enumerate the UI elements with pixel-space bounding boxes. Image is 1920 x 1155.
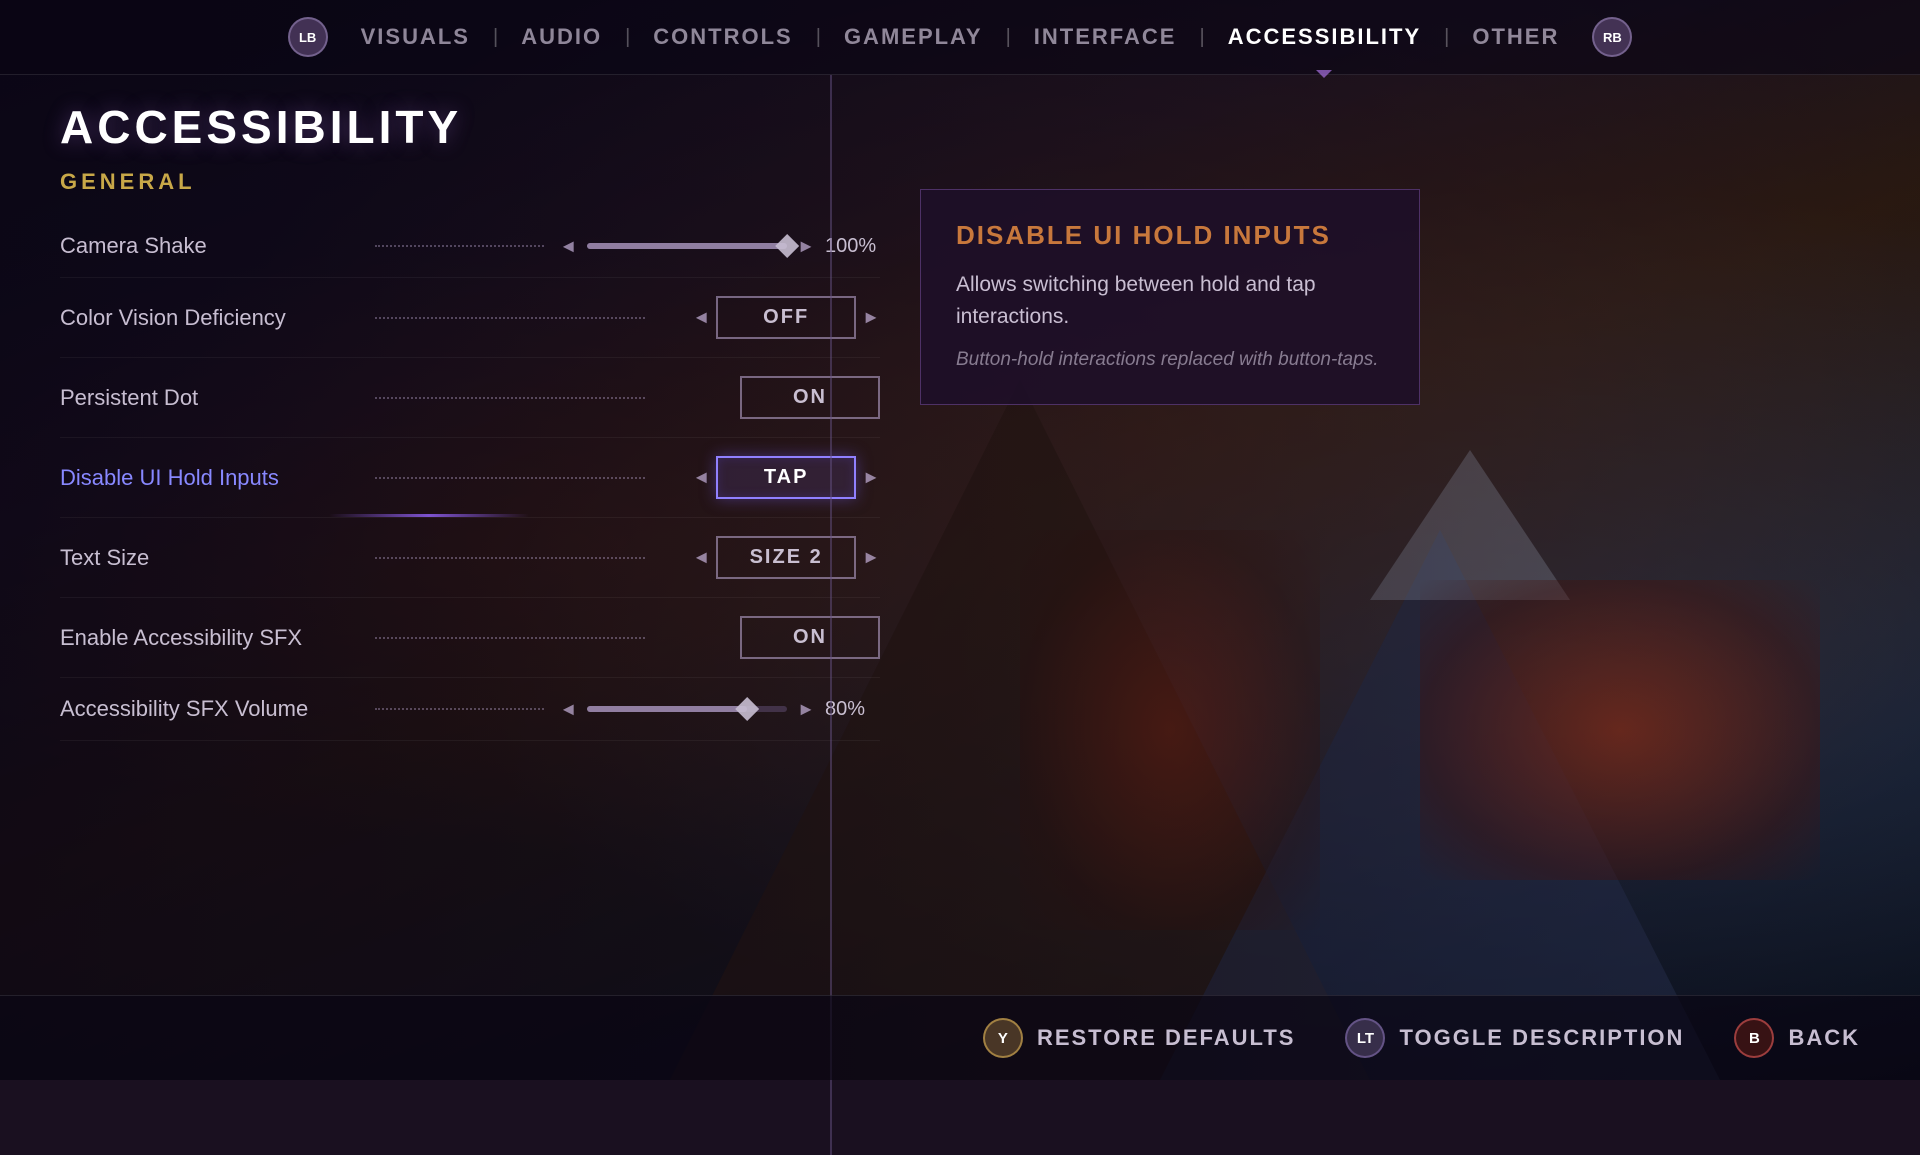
setting-row-camera-shake[interactable]: Camera Shake ◄ ► 100% bbox=[60, 215, 880, 278]
nav-item-controls[interactable]: CONTROLS bbox=[635, 24, 810, 50]
vertical-divider bbox=[830, 75, 832, 1155]
control-text-size: ◄ SIZE 2 ► bbox=[660, 536, 880, 579]
toggle-description-action[interactable]: LT TOGGLE DESCRIPTION bbox=[1345, 1018, 1684, 1058]
dots-camera-shake bbox=[375, 245, 544, 247]
nav-sep-2: | bbox=[625, 26, 630, 49]
restore-defaults-action[interactable]: Y RESTORE DEFAULTS bbox=[983, 1018, 1296, 1058]
dots-accessibility-volume bbox=[375, 708, 544, 710]
nav-item-visuals[interactable]: VISUALS bbox=[343, 24, 488, 50]
dots-disable-ui-hold bbox=[375, 477, 645, 479]
toggle-box-text-size[interactable]: SIZE 2 bbox=[716, 536, 856, 579]
main-content: GENERAL Camera Shake ◄ ► 100% bbox=[0, 169, 1920, 741]
setting-label-camera-shake: Camera Shake bbox=[60, 233, 360, 259]
slider-left-arrow-volume: ◄ bbox=[559, 699, 577, 720]
control-disable-ui-hold: ◄ TAP ► bbox=[660, 456, 880, 499]
description-panel: DISABLE UI HOLD INPUTS Allows switching … bbox=[920, 189, 1860, 741]
bottom-bar: Y RESTORE DEFAULTS LT TOGGLE DESCRIPTION… bbox=[0, 995, 1920, 1080]
ui-layer: LB VISUALS | AUDIO | CONTROLS | GAMEPLAY… bbox=[0, 0, 1920, 1080]
nav-sep-1: | bbox=[493, 26, 498, 49]
restore-defaults-label: RESTORE DEFAULTS bbox=[1037, 1025, 1296, 1051]
y-button: Y bbox=[983, 1018, 1023, 1058]
page-title-area: ACCESSIBILITY bbox=[0, 75, 1920, 169]
setting-label-persistent-dot: Persistent Dot bbox=[60, 385, 360, 411]
setting-label-color-vision: Color Vision Deficiency bbox=[60, 305, 360, 331]
toggle-box-persistent-dot[interactable]: ON bbox=[740, 376, 880, 419]
setting-label-accessibility-sfx: Enable Accessibility SFX bbox=[60, 625, 360, 651]
toggle-text-size: ◄ SIZE 2 ► bbox=[692, 536, 880, 579]
nav-sep-6: | bbox=[1444, 26, 1449, 49]
slider-fill-volume bbox=[587, 706, 747, 712]
slider-right-arrow-camera-shake: ► bbox=[797, 236, 815, 257]
section-label: GENERAL bbox=[60, 169, 880, 195]
page-title: ACCESSIBILITY bbox=[60, 100, 1860, 154]
lt-button: LT bbox=[1345, 1018, 1385, 1058]
settings-panel: GENERAL Camera Shake ◄ ► 100% bbox=[60, 169, 880, 741]
nav-item-accessibility[interactable]: ACCESSIBILITY bbox=[1210, 24, 1439, 50]
setting-row-text-size[interactable]: Text Size ◄ SIZE 2 ► bbox=[60, 518, 880, 598]
setting-row-color-vision[interactable]: Color Vision Deficiency ◄ OFF ► bbox=[60, 278, 880, 358]
slider-right-arrow-volume: ► bbox=[797, 699, 815, 720]
dots-text-size bbox=[375, 557, 645, 559]
slider-thumb-volume bbox=[735, 697, 759, 721]
nav-item-other[interactable]: OTHER bbox=[1454, 24, 1577, 50]
slider-track-camera-shake bbox=[587, 243, 787, 249]
dots-accessibility-sfx bbox=[375, 637, 645, 639]
setting-label-disable-ui-hold: Disable UI Hold Inputs bbox=[60, 465, 360, 491]
dots-persistent-dot bbox=[375, 397, 645, 399]
toggle-accessibility-sfx: ON bbox=[740, 616, 880, 659]
toggle-left-color-vision: ◄ bbox=[692, 307, 710, 328]
toggle-left-text-size: ◄ bbox=[692, 547, 710, 568]
b-button: B bbox=[1734, 1018, 1774, 1058]
setting-row-accessibility-volume[interactable]: Accessibility SFX Volume ◄ ► 80% bbox=[60, 678, 880, 741]
nav-item-interface[interactable]: INTERFACE bbox=[1016, 24, 1195, 50]
toggle-right-color-vision: ► bbox=[862, 307, 880, 328]
nav-sep-4: | bbox=[1006, 26, 1011, 49]
toggle-box-accessibility-sfx[interactable]: ON bbox=[740, 616, 880, 659]
nav-lb-button[interactable]: LB bbox=[288, 17, 328, 57]
top-nav: LB VISUALS | AUDIO | CONTROLS | GAMEPLAY… bbox=[0, 0, 1920, 75]
control-color-vision: ◄ OFF ► bbox=[660, 296, 880, 339]
toggle-color-vision: ◄ OFF ► bbox=[692, 296, 880, 339]
nav-item-gameplay[interactable]: GAMEPLAY bbox=[826, 24, 1001, 50]
setting-label-accessibility-volume: Accessibility SFX Volume bbox=[60, 696, 360, 722]
back-label: BACK bbox=[1788, 1025, 1860, 1051]
slider-left-arrow-camera-shake: ◄ bbox=[559, 236, 577, 257]
back-action[interactable]: B BACK bbox=[1734, 1018, 1860, 1058]
toggle-disable-ui-hold: ◄ TAP ► bbox=[692, 456, 880, 499]
slider-track-volume bbox=[587, 706, 787, 712]
toggle-right-disable-ui-hold: ► bbox=[862, 467, 880, 488]
toggle-box-color-vision[interactable]: OFF bbox=[716, 296, 856, 339]
setting-label-text-size: Text Size bbox=[60, 545, 360, 571]
slider-value-volume: 80% bbox=[825, 698, 880, 721]
nav-sep-3: | bbox=[816, 26, 821, 49]
toggle-right-text-size: ► bbox=[862, 547, 880, 568]
slider-fill-camera-shake bbox=[587, 243, 787, 249]
control-persistent-dot: ON bbox=[660, 376, 880, 419]
desc-main-text: Allows switching between hold and tap in… bbox=[956, 269, 1384, 332]
toggle-box-disable-ui-hold[interactable]: TAP bbox=[716, 456, 856, 499]
nav-sep-5: | bbox=[1199, 26, 1204, 49]
toggle-description-label: TOGGLE DESCRIPTION bbox=[1399, 1025, 1684, 1051]
slider-value-camera-shake: 100% bbox=[825, 235, 880, 258]
slider-thumb-camera-shake bbox=[775, 234, 799, 258]
nav-rb-button[interactable]: RB bbox=[1592, 17, 1632, 57]
setting-row-persistent-dot[interactable]: Persistent Dot ON bbox=[60, 358, 880, 438]
dots-color-vision bbox=[375, 317, 645, 319]
nav-item-audio[interactable]: AUDIO bbox=[503, 24, 620, 50]
toggle-left-disable-ui-hold: ◄ bbox=[692, 467, 710, 488]
desc-title: DISABLE UI HOLD INPUTS bbox=[956, 220, 1384, 251]
toggle-persistent-dot: ON bbox=[740, 376, 880, 419]
control-accessibility-sfx: ON bbox=[660, 616, 880, 659]
description-box: DISABLE UI HOLD INPUTS Allows switching … bbox=[920, 189, 1420, 405]
desc-note-text: Button-hold interactions replaced with b… bbox=[956, 347, 1384, 374]
setting-row-disable-ui-hold[interactable]: Disable UI Hold Inputs ◄ TAP ► bbox=[60, 438, 880, 518]
setting-row-accessibility-sfx[interactable]: Enable Accessibility SFX ON bbox=[60, 598, 880, 678]
